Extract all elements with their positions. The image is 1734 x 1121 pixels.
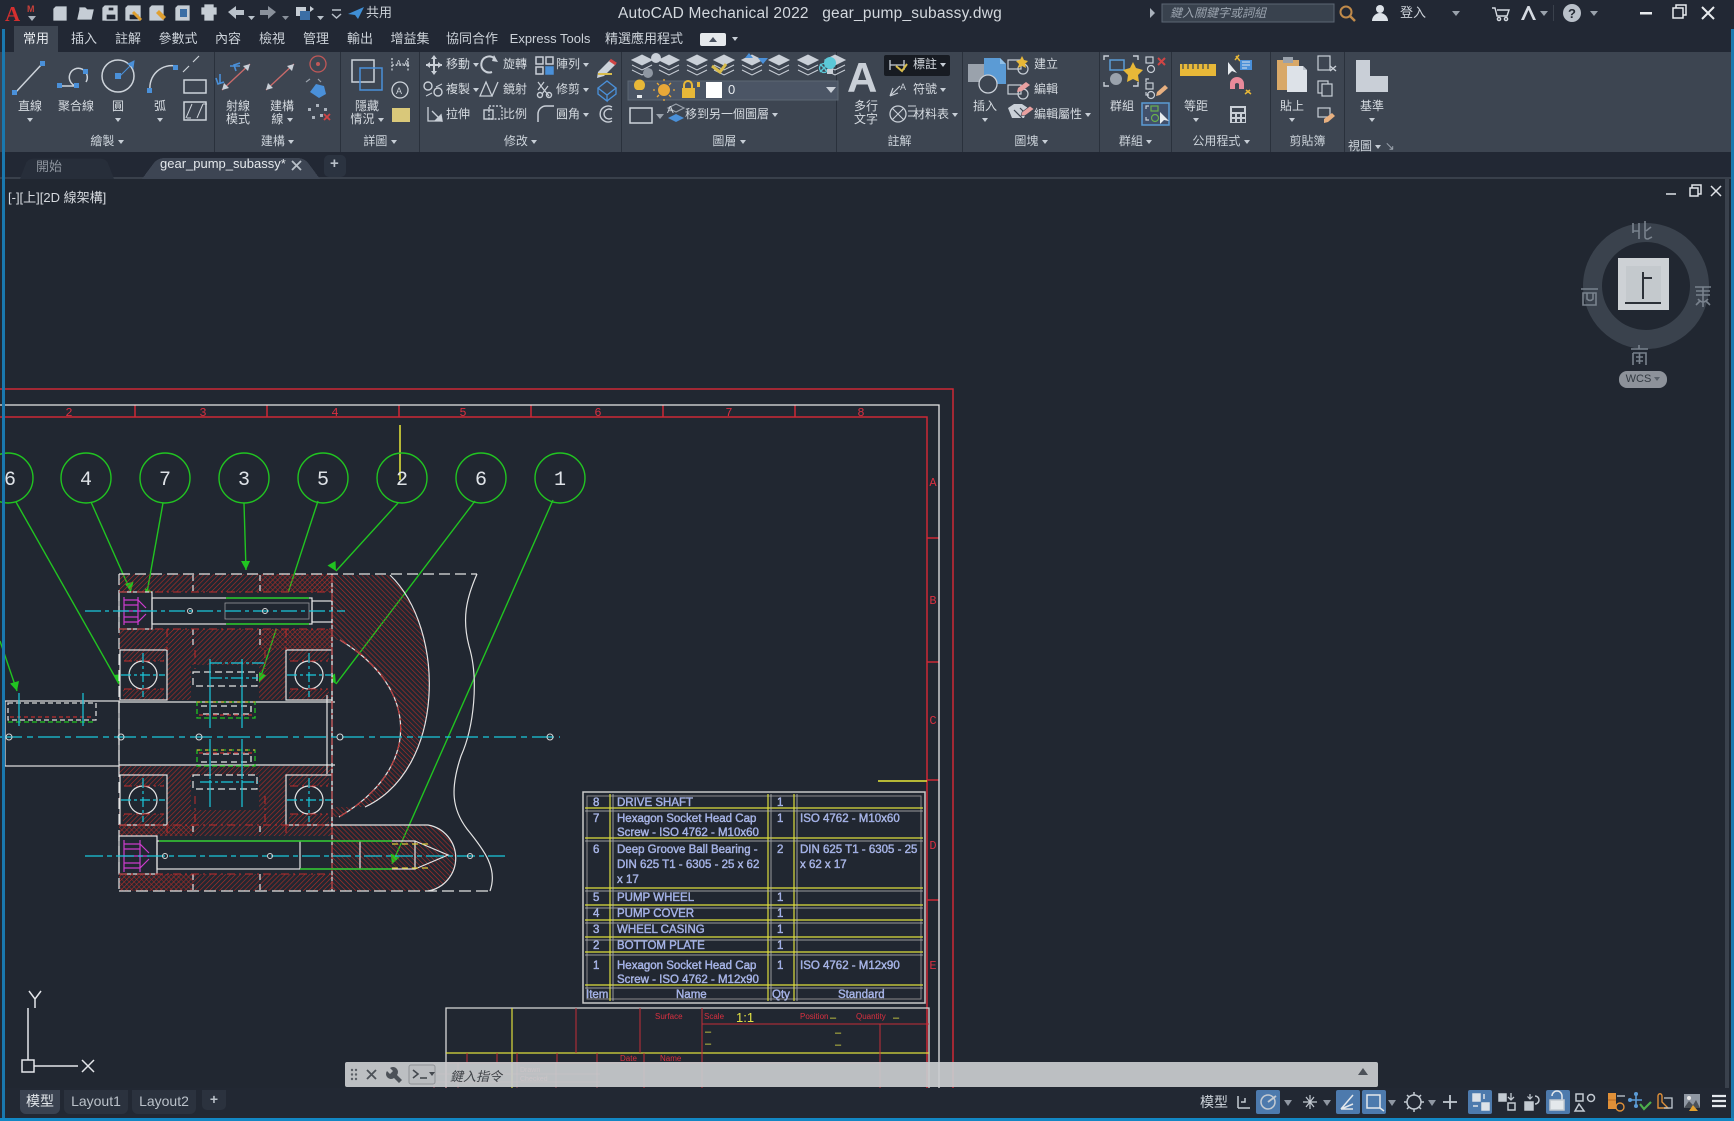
svg-text:–: – bbox=[705, 1026, 712, 1038]
svg-text:1: 1 bbox=[777, 960, 783, 972]
svg-text:A: A bbox=[396, 86, 402, 96]
svg-text:Screw - ISO 4762 - M10x60: Screw - ISO 4762 - M10x60 bbox=[617, 827, 759, 839]
svg-text:Name: Name bbox=[676, 989, 707, 1001]
svg-text:Quantity: Quantity bbox=[856, 1012, 886, 1021]
svg-text:ISO 4762 - M12x90: ISO 4762 - M12x90 bbox=[800, 960, 900, 972]
svg-text:6: 6 bbox=[593, 844, 599, 856]
svg-text:x 62 x 17: x 62 x 17 bbox=[800, 859, 847, 871]
svg-text:Item: Item bbox=[586, 989, 608, 1001]
svg-text:DIN 625 T1 - 6305 - 25: DIN 625 T1 - 6305 - 25 bbox=[800, 844, 917, 856]
svg-text:1: 1 bbox=[593, 960, 599, 972]
svg-text:?: ? bbox=[1568, 6, 1576, 21]
svg-text:1: 1 bbox=[777, 924, 783, 936]
svg-text:ISO 4762 - M10x60: ISO 4762 - M10x60 bbox=[800, 813, 900, 825]
svg-text:7: 7 bbox=[593, 813, 599, 825]
svg-text:3: 3 bbox=[593, 924, 599, 936]
svg-text:1: 1 bbox=[777, 940, 783, 952]
svg-text:Surface: Surface bbox=[655, 1012, 683, 1021]
svg-text:1: 1 bbox=[777, 908, 783, 920]
svg-text:WHEEL CASING: WHEEL CASING bbox=[617, 924, 705, 936]
svg-text:x 17: x 17 bbox=[617, 874, 639, 886]
svg-text:A-A: A-A bbox=[396, 59, 410, 68]
svg-text:A: A bbox=[847, 54, 877, 101]
svg-text:2: 2 bbox=[777, 844, 783, 856]
svg-text:Hexagon Socket Head Cap: Hexagon Socket Head Cap bbox=[617, 960, 756, 972]
svg-text:M: M bbox=[27, 4, 35, 14]
svg-text:A: A bbox=[5, 2, 21, 26]
svg-text:–: – bbox=[893, 1012, 900, 1024]
svg-text:PUMP WHEEL: PUMP WHEEL bbox=[617, 892, 695, 904]
svg-text:Position: Position bbox=[800, 1012, 828, 1021]
svg-text:–: – bbox=[830, 1012, 837, 1024]
svg-text:1: 1 bbox=[777, 797, 783, 809]
svg-text:1: 1 bbox=[777, 813, 783, 825]
svg-text:Screw - ISO 4762 - M12x90: Screw - ISO 4762 - M12x90 bbox=[617, 974, 759, 986]
svg-text:Hexagon Socket Head Cap: Hexagon Socket Head Cap bbox=[617, 813, 756, 825]
svg-text:1: 1 bbox=[777, 892, 783, 904]
svg-text:A: A bbox=[667, 105, 674, 116]
svg-text:5: 5 bbox=[593, 892, 599, 904]
svg-text:A: A bbox=[900, 82, 906, 92]
svg-text:Deep Groove Ball Bearing -: Deep Groove Ball Bearing - bbox=[617, 844, 758, 856]
svg-text:2: 2 bbox=[593, 940, 599, 952]
svg-text:1:1: 1:1 bbox=[736, 1010, 754, 1025]
svg-text:BOTTOM PLATE: BOTTOM PLATE bbox=[617, 940, 705, 952]
svg-text:4: 4 bbox=[593, 908, 600, 920]
svg-text:Standard: Standard bbox=[838, 989, 885, 1001]
svg-text:PUMP COVER: PUMP COVER bbox=[617, 908, 694, 920]
svg-text:–: – bbox=[705, 1038, 712, 1050]
svg-text:–: – bbox=[835, 1027, 842, 1039]
svg-text:Qty: Qty bbox=[772, 989, 790, 1001]
svg-text:8: 8 bbox=[593, 797, 599, 809]
svg-text:Scale: Scale bbox=[704, 1012, 725, 1021]
svg-text:DIN 625 T1 - 6305 - 25 x 62: DIN 625 T1 - 6305 - 25 x 62 bbox=[617, 859, 759, 871]
svg-text:–: – bbox=[835, 1039, 842, 1051]
svg-text:DRIVE SHAFT: DRIVE SHAFT bbox=[617, 797, 693, 809]
